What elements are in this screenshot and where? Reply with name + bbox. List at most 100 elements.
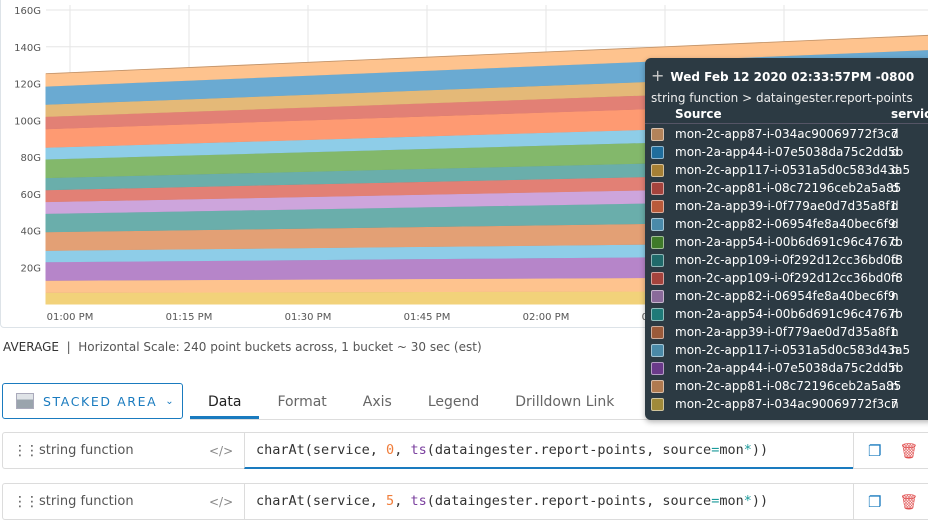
tooltip-service: d	[891, 145, 899, 159]
tooltip-source: mon-2a-app39-i-0f779ae0d7d35a8f1	[675, 325, 898, 339]
code-icon[interactable]: </>	[209, 444, 249, 458]
plus-icon: +	[651, 66, 665, 85]
tab-data[interactable]: Data	[190, 386, 260, 419]
expr-part: ,	[394, 442, 411, 458]
y-tick-label: 120G	[14, 80, 41, 91]
series-swatch	[651, 163, 664, 177]
tooltip-row: mon-2a-app39-i-0f779ae0d7d35a8f1 d	[645, 197, 928, 215]
query-name[interactable]: string function	[39, 494, 209, 509]
tooltip-service: n	[891, 343, 899, 357]
expr-operator: *	[743, 442, 752, 458]
tooltip-service: d	[891, 181, 899, 195]
tooltip-source: mon-2c-app82-i-06954fe8a40bec6f9	[675, 289, 896, 303]
tooltip-source: mon-2c-app87-i-034ac90069772f3c7	[675, 397, 899, 411]
tooltip-time: Wed Feb 12 2020 02:33:57PM -0800	[670, 70, 915, 84]
expr-part: charAt(service,	[256, 442, 387, 458]
tooltip-service: d	[891, 235, 899, 249]
series-swatch	[651, 127, 664, 141]
y-tick-label: 140G	[14, 43, 41, 54]
scale-summary: AVERAGE | Horizontal Scale: 240 point bu…	[3, 340, 482, 354]
tooltip-row: mon-2c-app117-i-0531a5d0c583d43a5 n	[645, 341, 928, 359]
tooltip-row: mon-2c-app82-i-06954fe8a40bec6f9 d	[645, 215, 928, 233]
tab-format[interactable]: Format	[259, 386, 344, 419]
chevron-down-icon: ⌄	[165, 395, 176, 407]
tooltip-row: mon-2a-app39-i-0f779ae0d7d35a8f1 n	[645, 323, 928, 341]
drag-handle-icon[interactable]: ⋮⋮	[13, 443, 39, 459]
tab-legend[interactable]: Legend	[410, 386, 497, 419]
series-swatch	[651, 325, 664, 339]
series-swatch	[651, 271, 664, 285]
query-name[interactable]: string function	[39, 443, 209, 458]
tooltip-path: string function > dataingester.report-po…	[651, 91, 913, 105]
expr-number: 5	[386, 493, 395, 509]
tooltip-row: mon-2a-app44-i-07e5038da75c2dd5b n	[645, 359, 928, 377]
series-swatch	[651, 235, 664, 249]
expr-part: (dataingester.report-points, source	[426, 493, 712, 509]
tooltip-source: mon-2c-app82-i-06954fe8a40bec6f9	[675, 217, 896, 231]
tooltip-row: mon-2a-app54-i-00b6d691c96c4767b d	[645, 233, 928, 251]
tooltip-service: d	[891, 199, 899, 213]
expr-number: 0	[386, 442, 395, 458]
tooltip-source: mon-2a-app54-i-00b6d691c96c4767b	[675, 235, 903, 249]
tooltip-source: mon-2c-app109-i-0f292d12cc36bd0f8	[675, 253, 903, 267]
series-swatch	[651, 181, 664, 195]
tooltip-source: mon-2c-app87-i-034ac90069772f3c7	[675, 127, 899, 141]
series-swatch	[651, 397, 664, 411]
summary-scale: Horizontal Scale: 240 point buckets acro…	[78, 340, 482, 354]
tooltip-service: d	[891, 217, 899, 231]
series-swatch	[651, 217, 664, 231]
tooltip-row: mon-2c-app81-i-08c72196ceb2a5a85 d	[645, 179, 928, 197]
query-expression-input[interactable]: charAt(service, 0, ts(dataingester.repor…	[244, 432, 853, 469]
series-swatch	[651, 253, 664, 267]
tooltip-service: n	[891, 271, 899, 285]
tooltip-service: d	[891, 163, 899, 177]
y-tick-label: 60G	[21, 190, 41, 201]
y-tick-label: 160G	[14, 6, 41, 17]
tooltip-row: mon-2c-app87-i-034ac90069772f3c7 n	[645, 395, 928, 413]
tab-drilldown-link[interactable]: Drilldown Link	[497, 386, 632, 419]
stacked-area-icon	[16, 393, 34, 409]
tooltip-service: n	[891, 325, 899, 339]
series-swatch	[651, 199, 664, 213]
copy-icon[interactable]: ❐	[868, 493, 881, 511]
tooltip-source: mon-2c-app117-i-0531a5d0c583d43a5	[675, 343, 911, 357]
series-swatch	[651, 343, 664, 357]
drag-handle-icon[interactable]: ⋮⋮	[13, 494, 39, 510]
code-icon[interactable]: </>	[209, 495, 249, 509]
expr-part: (dataingester.report-points, source	[426, 442, 712, 458]
tooltip-row: mon-2a-app44-i-07e5038da75c2dd5b d	[645, 143, 928, 161]
x-tick-label: 02:00 PM	[523, 312, 570, 323]
query-row: ⋮⋮ string function </> charAt(service, 0…	[2, 432, 928, 469]
tooltip-service: n	[891, 379, 899, 393]
tooltip-service: n	[891, 361, 899, 375]
expr-function: ts	[410, 493, 427, 509]
tooltip-source: mon-2a-app44-i-07e5038da75c2dd5b	[675, 145, 904, 159]
expr-part: charAt(service,	[256, 493, 387, 509]
series-swatch	[651, 379, 664, 393]
tooltip-row: mon-2c-app82-i-06954fe8a40bec6f9 n	[645, 287, 928, 305]
tooltip-header: Source service	[645, 107, 928, 124]
expr-part: ))	[751, 442, 769, 458]
tab-axis[interactable]: Axis	[345, 386, 410, 419]
series-swatch	[651, 307, 664, 321]
series-swatch	[651, 145, 664, 159]
y-tick-label: 80G	[21, 153, 41, 164]
expr-part: ))	[751, 493, 769, 509]
expr-part: mon	[719, 493, 744, 509]
tooltip-source: mon-2c-app117-i-0531a5d0c583d43a5	[675, 163, 911, 177]
query-expression-input[interactable]: charAt(service, 5, ts(dataingester.repor…	[244, 483, 853, 520]
tooltip-source: mon-2c-app109-i-0f292d12cc36bd0f8	[675, 271, 903, 285]
tooltip-source: mon-2c-app81-i-08c72196ceb2a5a85	[675, 181, 902, 195]
tooltip-service: d	[891, 127, 899, 141]
tooltip-source: mon-2a-app39-i-0f779ae0d7d35a8f1	[675, 199, 898, 213]
copy-icon[interactable]: ❐	[868, 442, 881, 460]
col-service: service	[891, 107, 928, 121]
tooltip-source: mon-2a-app44-i-07e5038da75c2dd5b	[675, 361, 904, 375]
trash-icon[interactable]: 🗑	[899, 442, 918, 460]
chart-type-dropdown[interactable]: STACKED AREA ⌄	[2, 383, 183, 419]
y-tick-label: 20G	[21, 263, 41, 274]
y-tick-label: 40G	[21, 227, 41, 238]
tooltip-source: mon-2c-app81-i-08c72196ceb2a5a85	[675, 379, 902, 393]
col-source: Source	[675, 107, 722, 121]
trash-icon[interactable]: 🗑	[899, 493, 918, 511]
